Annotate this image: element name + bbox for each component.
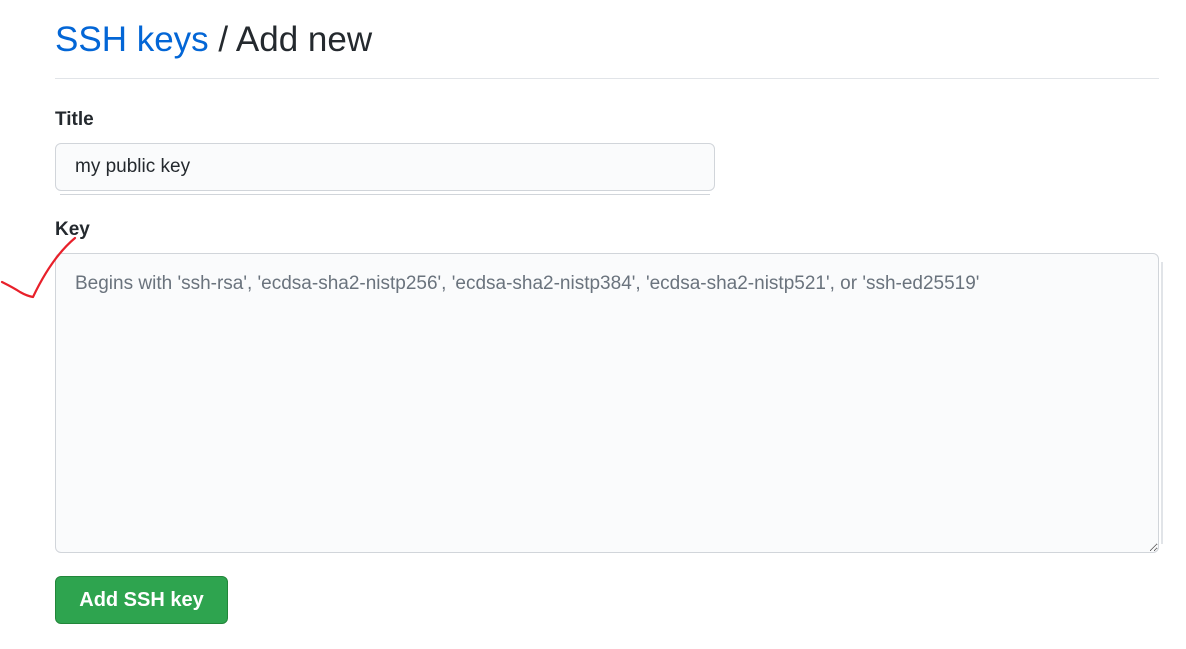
key-label: Key: [55, 219, 90, 240]
breadcrumb-separator: /: [208, 20, 236, 59]
title-input-underline: [60, 194, 710, 195]
page-title: SSH keys / Add new: [55, 18, 1159, 62]
breadcrumb-ssh-keys-link[interactable]: SSH keys: [55, 20, 209, 59]
textarea-scroll-track: [1161, 262, 1163, 544]
title-label: Title: [55, 109, 94, 130]
breadcrumb-current: Add new: [235, 20, 373, 59]
add-ssh-key-page: SSH keys / Add new Title Key Add SSH key: [0, 0, 1186, 649]
page-header: SSH keys / Add new: [55, 18, 1159, 79]
title-input[interactable]: [55, 143, 715, 191]
key-textarea[interactable]: [55, 253, 1159, 553]
add-ssh-key-button[interactable]: Add SSH key: [55, 576, 228, 624]
